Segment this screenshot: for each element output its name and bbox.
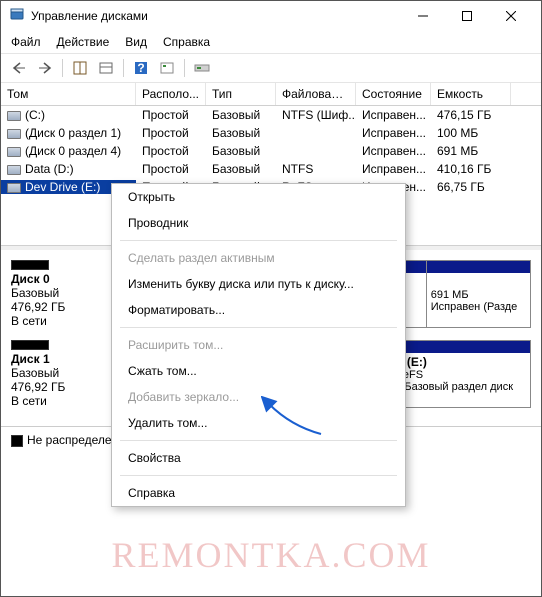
context-menu-item: Расширить том... xyxy=(112,332,405,358)
toolbar-btn-3[interactable] xyxy=(155,57,179,79)
close-button[interactable] xyxy=(489,1,533,31)
volume-icon xyxy=(7,129,21,139)
volume-icon xyxy=(7,111,21,121)
table-row[interactable]: (C:)ПростойБазовыйNTFS (Шиф...Исправен..… xyxy=(1,106,541,124)
volume-icon xyxy=(7,183,21,193)
toolbar-btn-2[interactable] xyxy=(94,57,118,79)
volume-icon xyxy=(7,165,21,175)
toolbar-btn-1[interactable] xyxy=(68,57,92,79)
table-row[interactable]: (Диск 0 раздел 4)ПростойБазовыйИсправен.… xyxy=(1,142,541,160)
context-menu-item[interactable]: Форматировать... xyxy=(112,297,405,323)
context-menu-item[interactable]: Открыть xyxy=(112,184,405,210)
context-menu-item[interactable]: Удалить том... xyxy=(112,410,405,436)
svg-text:?: ? xyxy=(137,61,144,75)
context-menu-item[interactable]: Изменить букву диска или путь к диску... xyxy=(112,271,405,297)
table-row[interactable]: Data (D:)ПростойБазовыйNTFSИсправен...41… xyxy=(1,160,541,178)
back-button[interactable] xyxy=(7,57,31,79)
menu-action[interactable]: Действие xyxy=(57,35,110,49)
menubar: Файл Действие Вид Справка xyxy=(1,31,541,53)
toolbar-btn-4[interactable] xyxy=(190,57,214,79)
app-icon xyxy=(9,7,25,26)
context-menu-item[interactable]: Проводник xyxy=(112,210,405,236)
minimize-button[interactable] xyxy=(401,1,445,31)
toolbar: ? xyxy=(1,53,541,83)
menu-help[interactable]: Справка xyxy=(163,35,210,49)
col-status[interactable]: Состояние xyxy=(356,83,431,105)
col-type[interactable]: Тип xyxy=(206,83,276,105)
maximize-button[interactable] xyxy=(445,1,489,31)
table-header: Том Располо... Тип Файловая с... Состоян… xyxy=(1,83,541,106)
context-menu-item[interactable]: Сжать том... xyxy=(112,358,405,384)
table-row[interactable]: (Диск 0 раздел 1)ПростойБазовыйИсправен.… xyxy=(1,124,541,142)
context-menu[interactable]: ОткрытьПроводник Сделать раздел активнымИ… xyxy=(111,183,406,507)
titlebar: Управление дисками xyxy=(1,1,541,31)
col-layout[interactable]: Располо... xyxy=(136,83,206,105)
disk-name: Диск 0 xyxy=(11,272,50,286)
menu-file[interactable]: Файл xyxy=(11,35,41,49)
window-title: Управление дисками xyxy=(31,9,401,23)
context-menu-item[interactable]: Свойства xyxy=(112,445,405,471)
volume-icon xyxy=(7,147,21,157)
col-volume[interactable]: Том xyxy=(1,83,136,105)
context-menu-item: Сделать раздел активным xyxy=(112,245,405,271)
col-capacity[interactable]: Емкость xyxy=(431,83,511,105)
context-menu-item[interactable]: Справка xyxy=(112,480,405,506)
menu-view[interactable]: Вид xyxy=(125,35,147,49)
forward-button[interactable] xyxy=(33,57,57,79)
disk-name: Диск 1 xyxy=(11,352,50,366)
col-fs[interactable]: Файловая с... xyxy=(276,83,356,105)
context-menu-item: Добавить зеркало... xyxy=(112,384,405,410)
watermark: REMONTKA.COM xyxy=(1,534,541,576)
help-icon[interactable]: ? xyxy=(129,57,153,79)
partition[interactable]: 691 МБИсправен (Разде xyxy=(427,261,530,327)
